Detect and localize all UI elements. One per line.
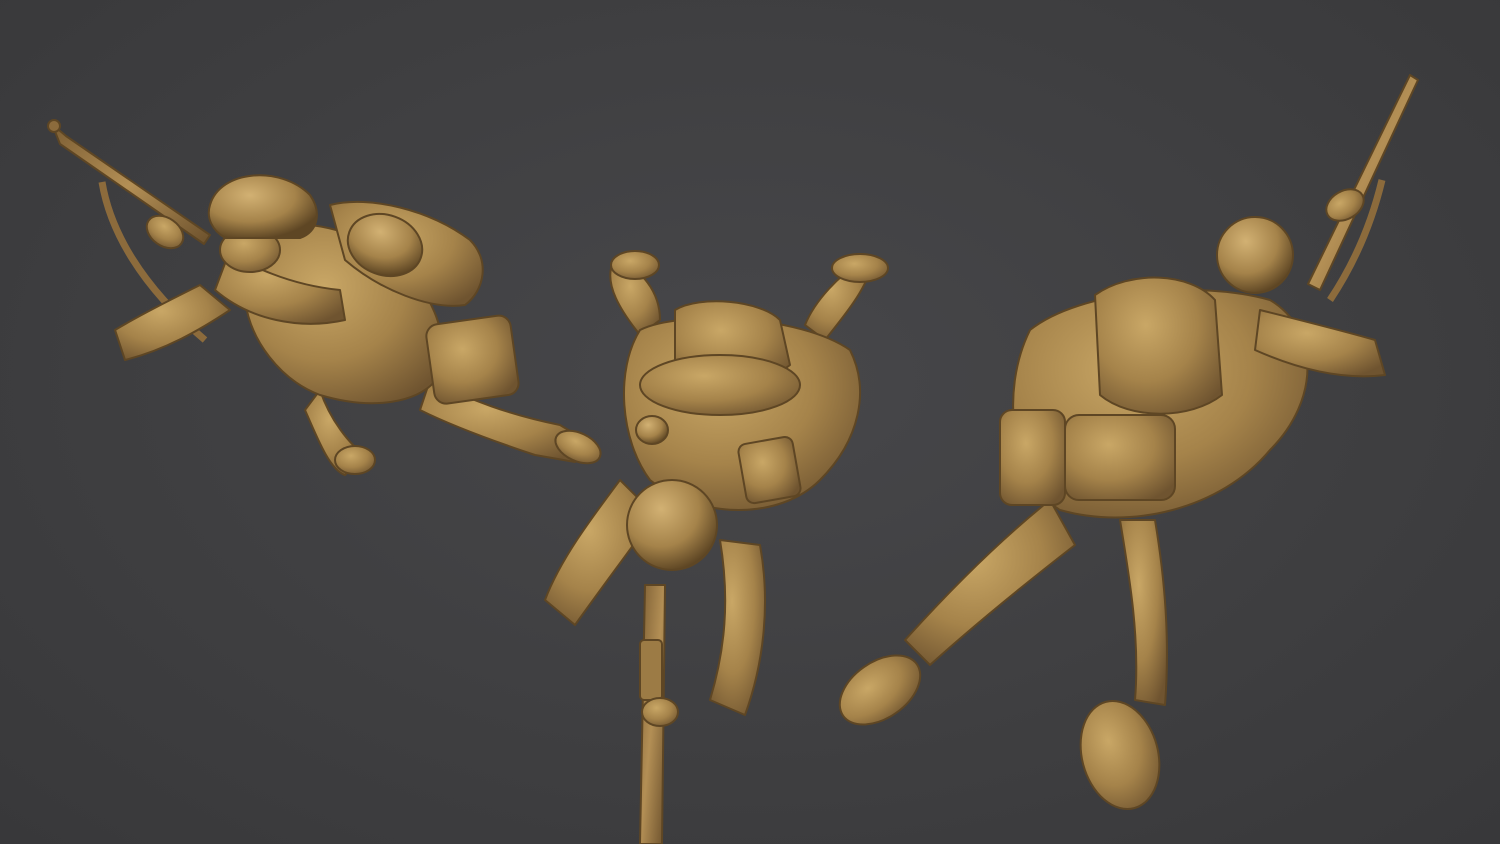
right-side-bag (999, 409, 1066, 506)
center-arm-right (709, 539, 766, 716)
left-pouch (425, 314, 520, 405)
sculpt-render (47, 74, 1419, 844)
center-bedroll (639, 354, 801, 416)
right-boot-right (1079, 699, 1161, 811)
right-rifle (1307, 74, 1419, 302)
center-boot-right (831, 253, 889, 283)
left-helmet (207, 174, 318, 239)
render-viewport (0, 0, 1500, 844)
center-hand (641, 697, 679, 727)
center-shovel-ring (635, 415, 669, 445)
right-soldier-figure (838, 74, 1419, 811)
right-boot-left (838, 654, 922, 726)
right-leg-left (904, 499, 1076, 666)
right-helmet (1216, 216, 1294, 294)
left-soldier-figure (47, 119, 602, 476)
left-boot-1 (334, 445, 376, 475)
center-boot-left (610, 250, 660, 280)
center-helmet (626, 479, 718, 571)
right-pouch (1064, 414, 1176, 501)
left-arm-lower (114, 284, 231, 361)
right-backpack (1094, 276, 1223, 415)
right-leg-right (1119, 519, 1168, 706)
center-mess-tin (737, 436, 802, 505)
center-soldier-figure (544, 250, 889, 844)
